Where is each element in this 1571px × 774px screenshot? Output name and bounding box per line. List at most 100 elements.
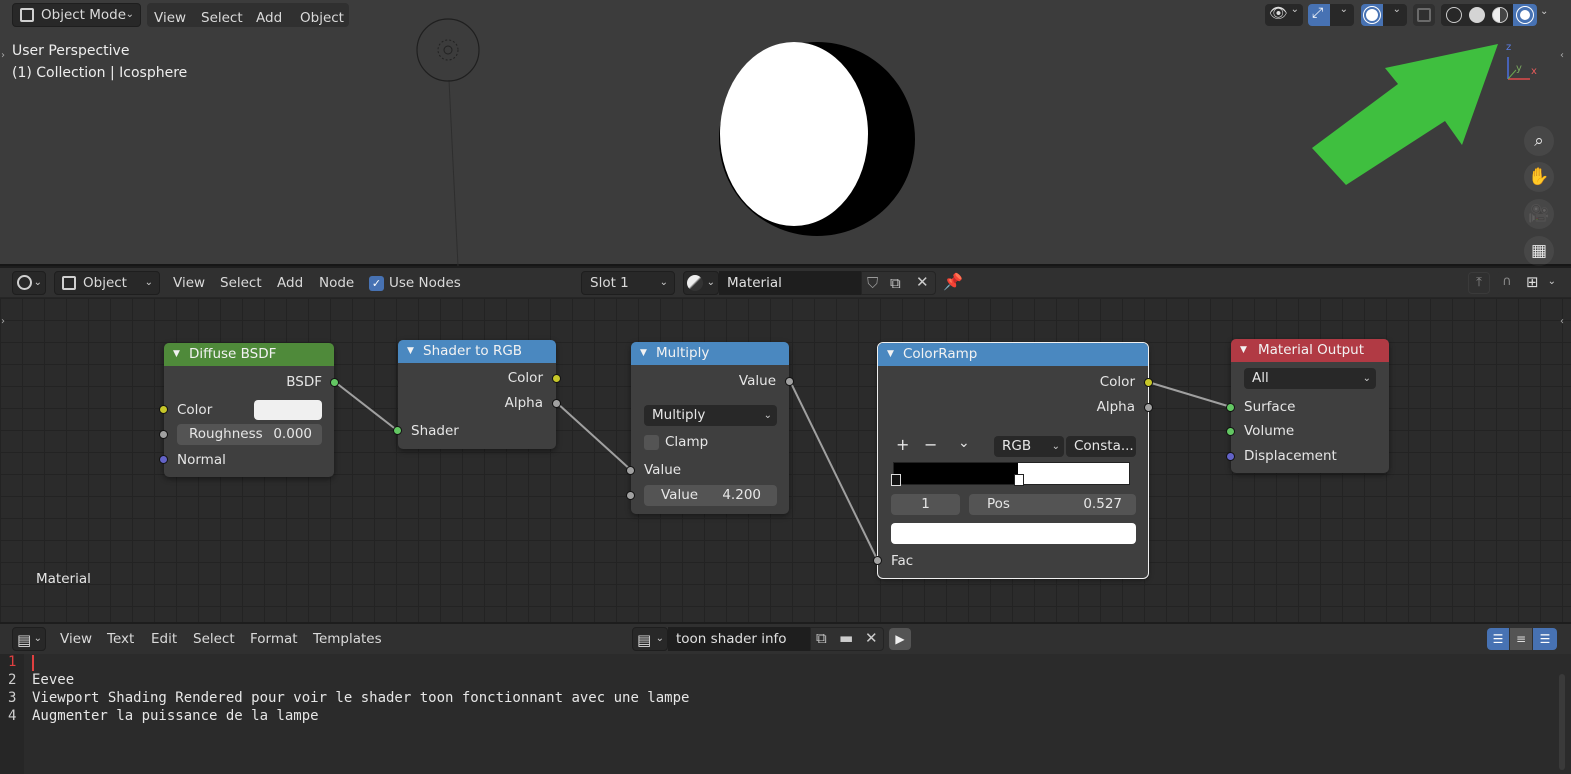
- node-tree-name-label: Material: [36, 571, 91, 587]
- ramp-stop-white[interactable]: [1014, 474, 1024, 486]
- text-scrollbar[interactable]: [1559, 674, 1565, 770]
- gizmo-dropdown[interactable]: ⌄: [1330, 4, 1354, 26]
- left-toolbar-expand-icon[interactable]: ›: [1, 50, 5, 61]
- input-volume-socket[interactable]: [1226, 427, 1235, 436]
- node-title[interactable]: Shader to RGB: [398, 340, 556, 363]
- text-line[interactable]: Eevee: [32, 672, 74, 688]
- text-line[interactable]: Viewport Shading Rendered pour voir le s…: [32, 690, 689, 706]
- node-shader-to-rgb[interactable]: Shader to RGB Color Alpha Shader: [393, 340, 561, 449]
- input-roughness-socket[interactable]: [159, 430, 168, 439]
- output-target-dropdown[interactable]: All ⌄: [1244, 368, 1376, 389]
- text-menu-text[interactable]: Text: [100, 627, 141, 651]
- color-mode-dropdown[interactable]: RGB ⌄: [994, 436, 1064, 457]
- text-line[interactable]: Augmenter la puissance de la lampe: [32, 708, 319, 724]
- overlays-dropdown[interactable]: ⌄: [1383, 4, 1407, 26]
- text-menu-format[interactable]: Format: [243, 627, 305, 651]
- output-color-socket[interactable]: [552, 374, 561, 383]
- word-wrap-toggle-icon[interactable]: ≡: [1510, 628, 1532, 650]
- right-sidebar-expand-icon[interactable]: ‹: [1560, 50, 1564, 61]
- shader-node-editor[interactable]: ⌄ Object ⌄ View Select Add Node ✓ Use No…: [0, 268, 1571, 622]
- math-operation-dropdown[interactable]: Multiply ⌄: [644, 405, 777, 426]
- camera-icon[interactable]: 🎥: [1524, 199, 1554, 229]
- 3d-viewport[interactable]: Object Mode ⌄ View Select Add Object Use…: [0, 0, 1571, 266]
- node-diffuse-bsdf[interactable]: Diffuse BSDF BSDF Color Roughness 0.000 …: [159, 343, 339, 477]
- interpolation-dropdown[interactable]: Consta...: [1066, 436, 1136, 457]
- node-title[interactable]: Material Output: [1231, 339, 1389, 362]
- input-displacement-socket[interactable]: [1226, 452, 1235, 461]
- input-value2-socket[interactable]: [626, 491, 635, 500]
- output-bsdf-socket[interactable]: [330, 378, 339, 387]
- xray-toggle-button[interactable]: [1413, 4, 1435, 26]
- unlink-text-icon[interactable]: ✕: [865, 629, 878, 647]
- overlays-toggle-button[interactable]: [1361, 4, 1383, 26]
- input-shader-socket[interactable]: [393, 426, 402, 435]
- text-menu-edit[interactable]: Edit: [144, 627, 184, 651]
- stop-position-field[interactable]: Pos 0.527: [969, 494, 1136, 515]
- remove-stop-button[interactable]: −: [924, 435, 937, 455]
- visibility-dropdown[interactable]: 👁 ⌄: [1265, 4, 1303, 26]
- shading-options-chevron-icon[interactable]: ⌄: [1540, 6, 1548, 17]
- zoom-icon[interactable]: ⌕: [1524, 126, 1554, 156]
- text-file-icon: ▤: [637, 631, 652, 649]
- material-preview-icon[interactable]: [1492, 7, 1508, 23]
- text-file-name-field[interactable]: toon shader info: [668, 627, 810, 651]
- clamp-checkbox[interactable]: [644, 435, 659, 450]
- run-script-button[interactable]: ▶: [889, 628, 911, 650]
- output-value-label: Value: [738, 373, 776, 389]
- input-displacement-label: Displacement: [1244, 448, 1337, 464]
- color-ramp-bar[interactable]: [893, 462, 1130, 485]
- output-alpha-socket[interactable]: [552, 399, 561, 408]
- input-color-socket[interactable]: [159, 405, 168, 414]
- link-bsdf-shader: [334, 381, 399, 432]
- ramp-stop-black[interactable]: [891, 474, 901, 486]
- node-title[interactable]: Multiply: [631, 342, 789, 365]
- input-surface-socket[interactable]: [1226, 403, 1235, 412]
- ramp-options-chevron-icon[interactable]: ⌄: [958, 433, 970, 453]
- roughness-value: 0.000: [273, 426, 312, 442]
- input-fac-socket[interactable]: [873, 556, 882, 565]
- link-value-fac: [789, 380, 879, 562]
- node-material-output[interactable]: Material Output All ⌄ Surface Volume Dis…: [1226, 339, 1389, 473]
- grid-ortho-icon[interactable]: ▦: [1524, 236, 1554, 266]
- active-stop-index-field[interactable]: 1: [891, 494, 960, 515]
- node-title[interactable]: ColorRamp: [878, 343, 1148, 366]
- color-swatch[interactable]: [254, 400, 322, 420]
- browse-text-dropdown[interactable]: ▤ ⌄: [632, 627, 668, 651]
- text-menu-view[interactable]: View: [53, 627, 99, 651]
- duplicate-text-icon[interactable]: ⧉: [816, 629, 827, 647]
- text-menu-templates[interactable]: Templates: [306, 627, 389, 651]
- solid-shading-icon[interactable]: [1469, 7, 1485, 23]
- editor-type-dropdown[interactable]: ▤ ⌄: [12, 627, 46, 651]
- interpolation-label: Consta...: [1074, 438, 1134, 454]
- text-menu-select[interactable]: Select: [186, 627, 242, 651]
- stop-color-swatch[interactable]: [891, 523, 1136, 544]
- output-value-socket[interactable]: [785, 377, 794, 386]
- wireframe-shading-icon[interactable]: [1446, 7, 1462, 23]
- gizmo-toggle-button[interactable]: ⤢: [1308, 4, 1330, 26]
- xray-icon: [1417, 8, 1431, 22]
- output-alpha-socket[interactable]: [1144, 403, 1153, 412]
- value-field[interactable]: Value 4.200: [644, 485, 777, 506]
- viewport-scene: [416, 18, 1530, 266]
- line-numbers-toggle-icon[interactable]: ☰: [1487, 628, 1509, 650]
- text-editor[interactable]: ▤ ⌄ View Text Edit Select Format Templat…: [0, 624, 1571, 774]
- value-field-number: 4.200: [722, 487, 761, 503]
- add-stop-button[interactable]: +: [896, 435, 909, 455]
- open-folder-icon[interactable]: ▬: [839, 629, 853, 647]
- overlays-icon: [1364, 7, 1380, 23]
- gizmo-z-label: z: [1506, 42, 1512, 53]
- roughness-field[interactable]: Roughness 0.000: [177, 424, 322, 445]
- input-value-socket[interactable]: [626, 466, 635, 475]
- syntax-highlight-toggle-icon[interactable]: ☰: [1533, 628, 1557, 650]
- node-title[interactable]: Diffuse BSDF: [164, 343, 334, 366]
- line-number: 2: [8, 672, 17, 688]
- viewport-shading-buttons: [1441, 4, 1537, 26]
- node-multiply[interactable]: Multiply Value Multiply ⌄ Clamp Value Va…: [626, 342, 794, 514]
- hand-pan-icon[interactable]: ✋: [1524, 162, 1554, 192]
- color-mode-label: RGB: [1002, 438, 1032, 454]
- chevron-down-icon: ⌄: [1290, 4, 1299, 15]
- rendered-shading-button[interactable]: [1513, 4, 1537, 26]
- output-color-socket[interactable]: [1144, 378, 1153, 387]
- node-colorramp[interactable]: ColorRamp Color Alpha + − ⌄ RGB ⌄ Consta…: [873, 342, 1153, 579]
- input-normal-socket[interactable]: [159, 455, 168, 464]
